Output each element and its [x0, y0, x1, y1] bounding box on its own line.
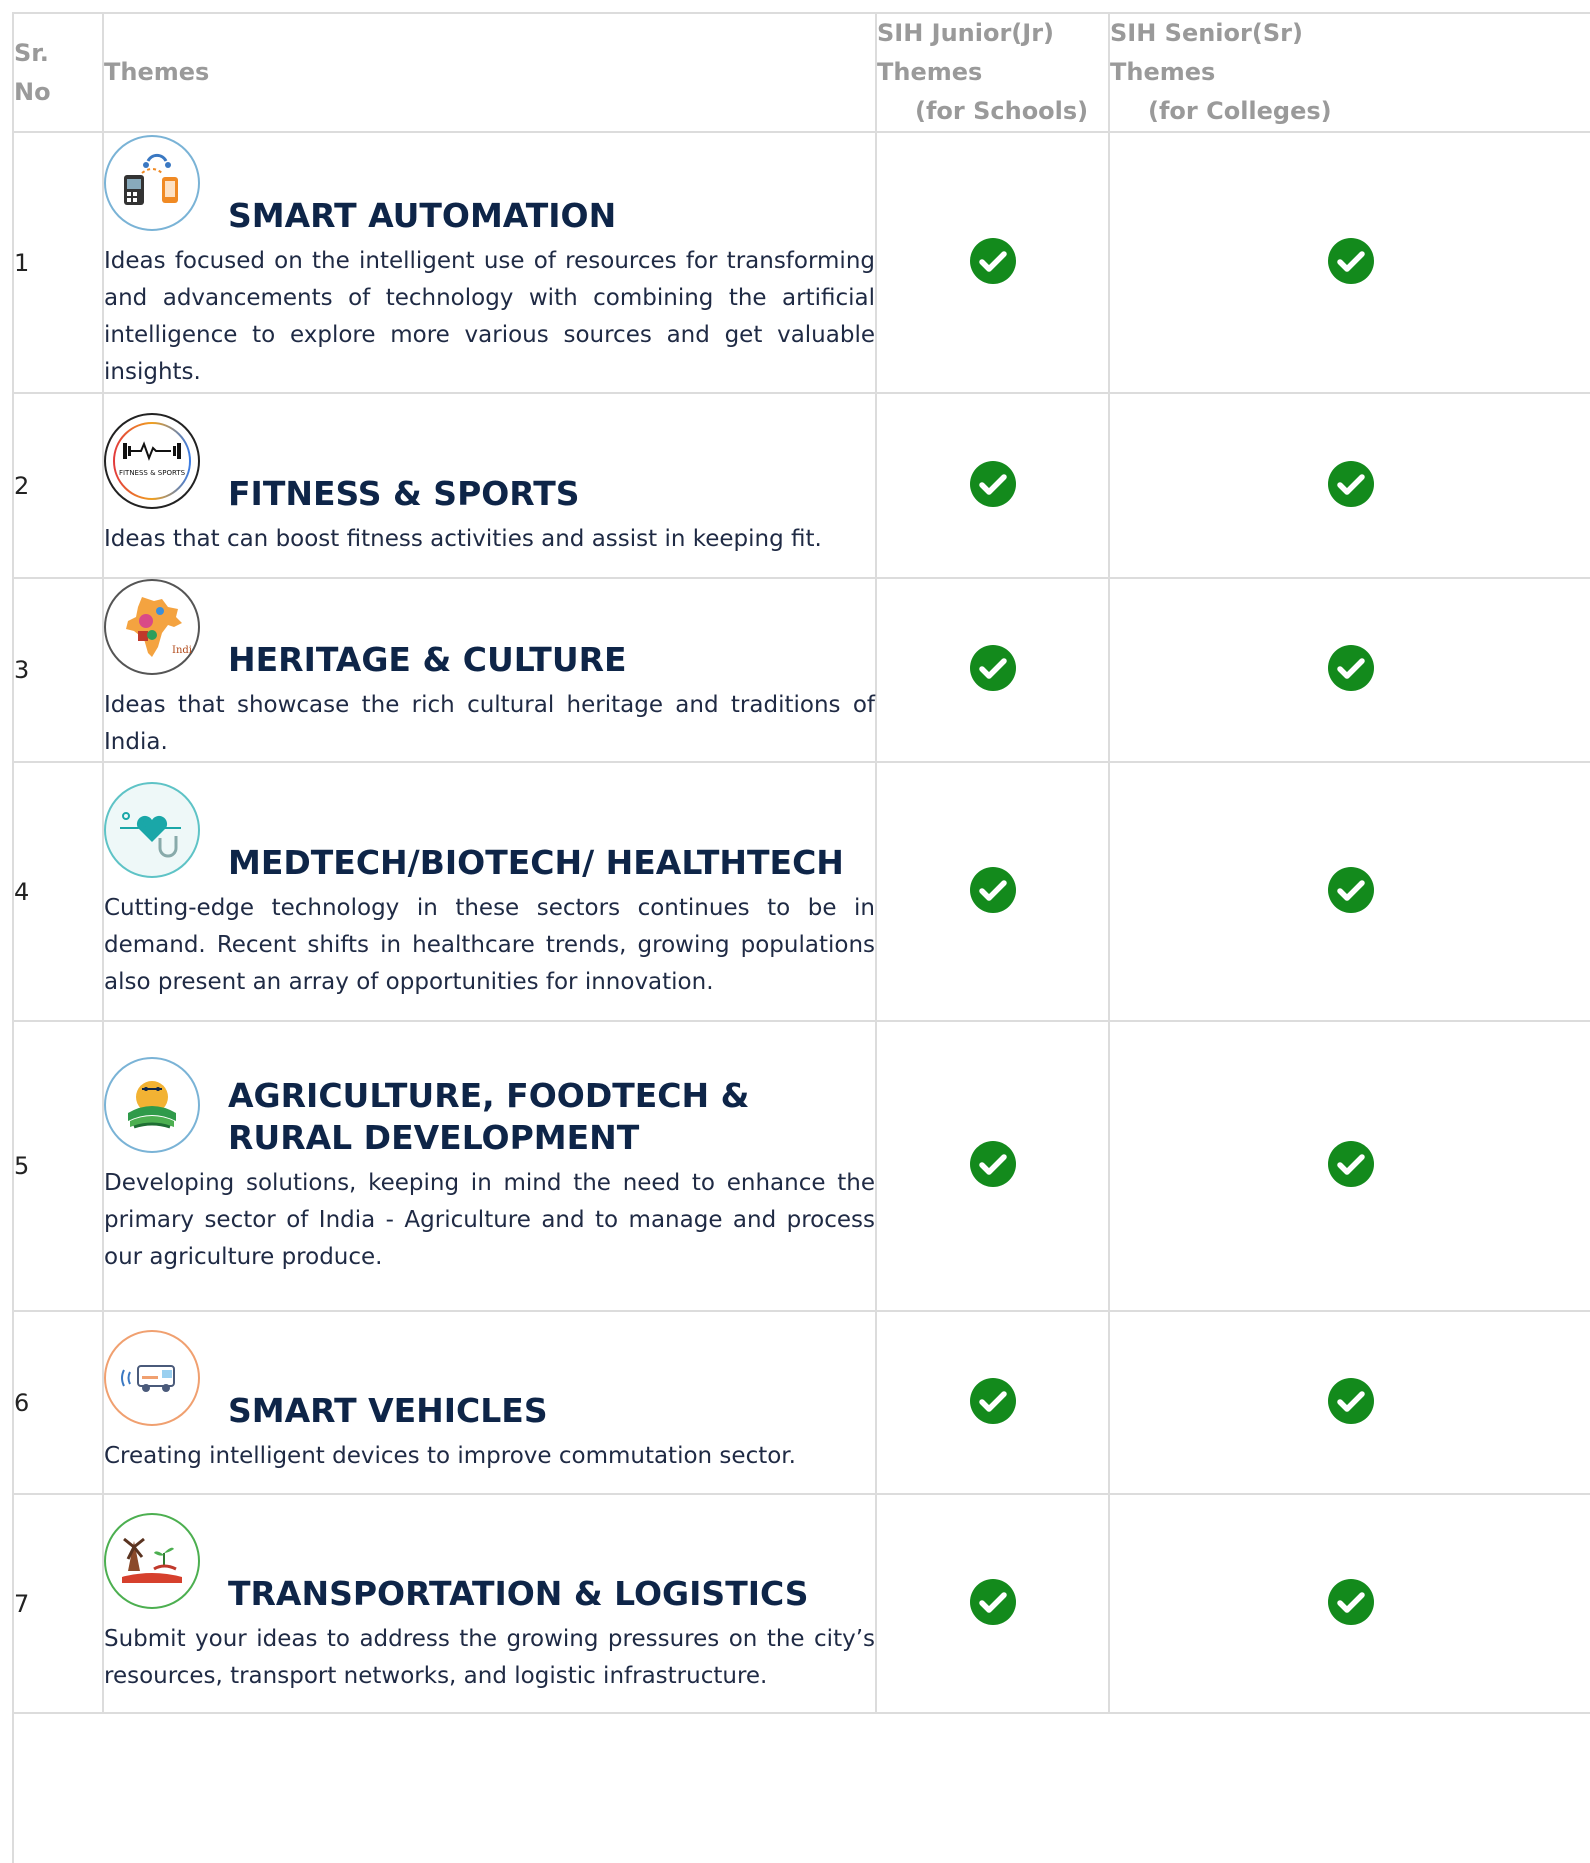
check-circle-icon	[969, 866, 1016, 913]
check-circle-icon	[969, 460, 1016, 507]
junior-check-cell	[875, 1310, 1110, 1495]
theme-cell: MEDTECH/BIOTECH/ HEALTHTECH Cutting-edge…	[102, 761, 877, 1022]
senior-header-line-3: (for Colleges)	[1148, 97, 1332, 125]
theme-cell: TRANSPORTATION & LOGISTICS Submit your i…	[102, 1493, 877, 1714]
theme-cell: SMART AUTOMATION Ideas focused on the in…	[102, 131, 877, 394]
transportation-logo-icon	[104, 1512, 200, 1609]
junior-header: SIH Junior(Jr) Themes (for Schools)	[875, 14, 1110, 133]
smart-vehicles-logo-icon	[104, 1330, 200, 1426]
sr-number: 4	[14, 761, 104, 1022]
theme-description: Ideas that can boost fitness activities …	[104, 526, 822, 552]
theme-title: SMART VEHICLES	[228, 1391, 548, 1430]
header-row: Sr. No Themes SIH Junior(Jr) Themes (for…	[14, 14, 1590, 133]
senior-check-cell	[1108, 131, 1590, 394]
theme-description: Ideas focused on the intelligent use of …	[104, 247, 875, 385]
smart-automation-logo-icon	[104, 134, 200, 231]
theme-title: TRANSPORTATION & LOGISTICS	[228, 1573, 809, 1613]
check-circle-icon	[969, 237, 1016, 284]
senior-header: SIH Senior(Sr) Themes (for Colleges)	[1108, 14, 1590, 133]
junior-check-cell	[875, 761, 1110, 1022]
junior-check-cell	[875, 392, 1110, 579]
theme-description: Ideas that showcase the rich cultural he…	[104, 692, 875, 755]
senior-check-cell	[1108, 577, 1590, 763]
check-circle-icon	[969, 645, 1016, 691]
check-circle-icon	[1327, 1377, 1374, 1424]
sr-header-line-1: Sr.	[14, 38, 49, 67]
fitness-logo-text: FITNESS & SPORTS	[119, 469, 186, 477]
theme-cell: AGRICULTURE, FOODTECH & RURAL DEVELOPMEN…	[102, 1020, 877, 1312]
sr-number: 1	[14, 131, 104, 394]
table-row: 3 India HERITAGE & CULTURE	[14, 577, 1590, 763]
theme-title: SMART AUTOMATION	[228, 195, 617, 235]
theme-title: FITNESS & SPORTS	[228, 474, 580, 513]
junior-check-cell	[875, 577, 1110, 763]
sr-number: 5	[14, 1020, 104, 1312]
table-row: 1 SMART AUTOMATION Ideas focused on the …	[14, 131, 1590, 394]
senior-check-cell	[1108, 1493, 1590, 1714]
senior-header-line-2: Themes	[1110, 58, 1216, 86]
senior-check-cell	[1108, 761, 1590, 1022]
sr-number: 6	[14, 1310, 104, 1495]
sr-number: 2	[14, 392, 104, 579]
junior-check-cell	[875, 1020, 1110, 1312]
check-circle-icon	[1327, 866, 1374, 913]
table-row: 5 AGRICULTURE, FOODTECH & RURAL DEVELOPM…	[14, 1020, 1590, 1312]
theme-cell: SMART VEHICLES Creating intelligent devi…	[102, 1310, 877, 1495]
senior-check-cell	[1108, 1310, 1590, 1495]
sr-number: 3	[14, 577, 104, 763]
fitness-sports-logo-icon: FITNESS & SPORTS	[104, 413, 200, 509]
sr-no-header: Sr. No	[14, 14, 104, 133]
agriculture-logo-icon	[104, 1056, 200, 1153]
check-circle-icon	[969, 1377, 1016, 1424]
junior-check-cell	[875, 1493, 1110, 1714]
check-circle-icon	[969, 1141, 1016, 1187]
check-circle-icon	[1327, 645, 1374, 691]
junior-header-line-2: Themes	[877, 58, 983, 86]
theme-description: Developing solutions, keeping in mind th…	[104, 1169, 875, 1270]
senior-check-cell	[1108, 392, 1590, 579]
heritage-logo-text: India	[172, 645, 192, 656]
table-row: 2 FITNESS & SPORTS FITNESS & SPORTS Idea…	[14, 392, 1590, 579]
table-row: 4 MEDTECH/BIOTECH/ HEALTHTECH Cutting-ed…	[14, 761, 1590, 1022]
themes-page: Sr. No Themes SIH Junior(Jr) Themes (for…	[12, 12, 1590, 1863]
sr-number: 7	[14, 1493, 104, 1714]
theme-description: Creating intelligent devices to improve …	[104, 1443, 796, 1469]
heritage-culture-logo-icon: India	[104, 579, 200, 675]
check-circle-icon	[1327, 1141, 1374, 1187]
table-row: 7 TRANSPORTATION & LOGISTICS Submit your…	[14, 1493, 1590, 1714]
theme-description: Submit your ideas to address the growing…	[104, 1625, 875, 1689]
sr-header-line-2: No	[14, 77, 51, 106]
medtech-logo-icon	[104, 782, 200, 878]
junior-header-line-1: SIH Junior(Jr)	[877, 19, 1055, 47]
junior-header-line-3: (for Schools)	[915, 97, 1089, 125]
theme-cell: India HERITAGE & CULTURE Ideas that show…	[102, 577, 877, 763]
senior-header-line-1: SIH Senior(Sr)	[1110, 19, 1303, 47]
theme-cell: FITNESS & SPORTS FITNESS & SPORTS Ideas …	[102, 392, 877, 579]
junior-check-cell	[875, 131, 1110, 394]
check-circle-icon	[1327, 1578, 1374, 1625]
themes-table: Sr. No Themes SIH Junior(Jr) Themes (for…	[14, 14, 1590, 1714]
themes-header: Themes	[102, 14, 877, 133]
check-circle-icon	[1327, 460, 1374, 507]
theme-title: MEDTECH/BIOTECH/ HEALTHTECH	[228, 843, 844, 882]
senior-check-cell	[1108, 1020, 1590, 1312]
check-circle-icon	[1327, 237, 1374, 284]
table-row: 6 SMART VEHICLES Creating intelligent de…	[14, 1310, 1590, 1495]
check-circle-icon	[969, 1578, 1016, 1625]
theme-title: AGRICULTURE, FOODTECH & RURAL DEVELOPMEN…	[228, 1075, 750, 1157]
theme-description: Cutting-edge technology in these sectors…	[104, 895, 875, 995]
theme-title: HERITAGE & CULTURE	[228, 640, 627, 679]
